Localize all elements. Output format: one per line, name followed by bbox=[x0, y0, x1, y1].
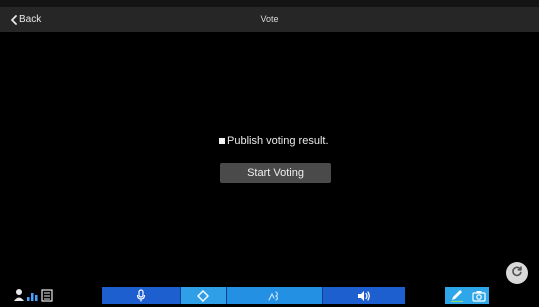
publish-result-checkbox[interactable] bbox=[219, 138, 225, 144]
publish-result-label: Publish voting result. bbox=[227, 135, 329, 147]
pen-button[interactable] bbox=[445, 287, 468, 304]
page-title: Vote bbox=[260, 14, 279, 24]
chevron-left-icon bbox=[10, 14, 18, 25]
toolbar-divider bbox=[226, 287, 227, 304]
camera-toggle-button[interactable] bbox=[180, 287, 226, 304]
refresh-button[interactable] bbox=[506, 262, 528, 284]
publish-result-option[interactable]: Publish voting result. bbox=[219, 134, 329, 148]
toolbar-divider bbox=[180, 287, 181, 304]
refresh-icon bbox=[510, 264, 524, 283]
toolbar-divider bbox=[322, 287, 323, 304]
microphone-icon bbox=[136, 289, 146, 302]
camera-toggle-icon bbox=[197, 289, 209, 302]
camera-button[interactable] bbox=[468, 287, 489, 304]
bottom-toolbar bbox=[0, 287, 539, 304]
status-strip bbox=[0, 0, 539, 7]
microphone-button[interactable] bbox=[102, 287, 180, 304]
user-stats-icon[interactable] bbox=[14, 288, 58, 302]
pen-icon bbox=[450, 289, 464, 302]
back-button[interactable]: Back bbox=[10, 7, 41, 32]
volume-button[interactable] bbox=[322, 287, 405, 304]
camera-icon bbox=[471, 290, 486, 302]
hand-raise-icon bbox=[267, 290, 281, 302]
header-bar: Vote Back bbox=[0, 7, 539, 32]
start-voting-button[interactable]: Start Voting bbox=[220, 163, 331, 183]
hand-raise-button[interactable] bbox=[226, 287, 322, 304]
volume-icon bbox=[357, 290, 371, 302]
back-label: Back bbox=[19, 14, 42, 25]
